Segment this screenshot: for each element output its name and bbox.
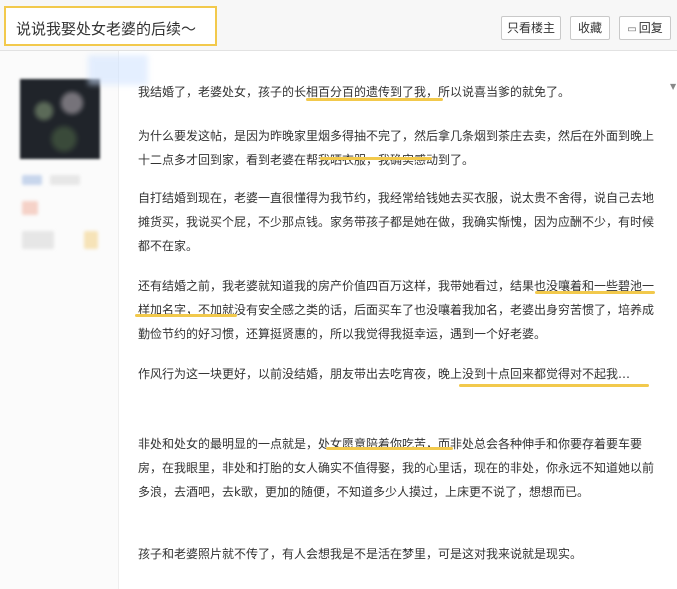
post-paragraph-4: 还有结婚之前，我老婆就知道我的房产价值四百万这样，我带她看过，结果也没嚷着和一些… <box>138 279 655 341</box>
author-medal-icon <box>84 231 98 249</box>
highlight-underline-1 <box>306 98 443 101</box>
reply-button[interactable]: ▭ 回复 <box>619 16 671 40</box>
post-paragraph-5: 作风行为这一块更好，以前没结婚，朋友带出去吃宵夜，晚上没到十点回来都觉得对不起我… <box>138 367 631 381</box>
highlight-underline-2 <box>320 157 432 160</box>
highlight-underline-5 <box>326 447 453 450</box>
post-paragraph-6: 非处和处女的最明显的一点就是，处女愿意陪着你吃苦，而非处总会各种伸手和你要存着要… <box>138 437 655 499</box>
author-level-icon <box>22 201 38 215</box>
only-op-label: 只看楼主 <box>506 21 555 35</box>
favorite-label: 收藏 <box>577 21 602 35</box>
post-paragraph-3: 自打结婚到现在，老婆一直很懂得为我节约，我经常给钱她去买衣服，说太贵不舍得，说自… <box>138 191 655 253</box>
thread-title: 说说我娶处女老婆的后续～ <box>16 20 197 38</box>
avatar[interactable] <box>20 79 100 159</box>
post-paragraph-2: 为什么要发这帖，是因为昨晚家里烟多得抽不完了，然后拿几条烟到茶庄去卖，然后在外面… <box>138 129 655 167</box>
author-name[interactable] <box>22 175 42 185</box>
highlight-underline-4 <box>459 384 649 387</box>
comment-icon: ▭ <box>627 24 637 35</box>
author-badge <box>50 175 80 185</box>
reply-label: 回复 <box>638 21 663 35</box>
only-op-button[interactable]: 只看楼主 <box>501 16 561 40</box>
author-sidebar <box>0 51 119 589</box>
author-stat-badge <box>22 231 54 249</box>
thread-header: 说说我娶处女老婆的后续～ 只看楼主 收藏 ▭ 回复 <box>0 0 677 51</box>
favorite-button[interactable]: 收藏 <box>570 16 610 40</box>
triangle-down-icon[interactable]: ▼ <box>670 82 676 91</box>
post-paragraph-7: 孩子和老婆照片就不传了，有人会想我是不是活在梦里，可是这对我来说就是现实。 <box>138 547 583 561</box>
highlight-underline-3b <box>135 314 237 317</box>
highlight-underline-3a <box>535 291 655 294</box>
thread-title-box: 说说我娶处女老婆的后续～ <box>4 6 217 46</box>
